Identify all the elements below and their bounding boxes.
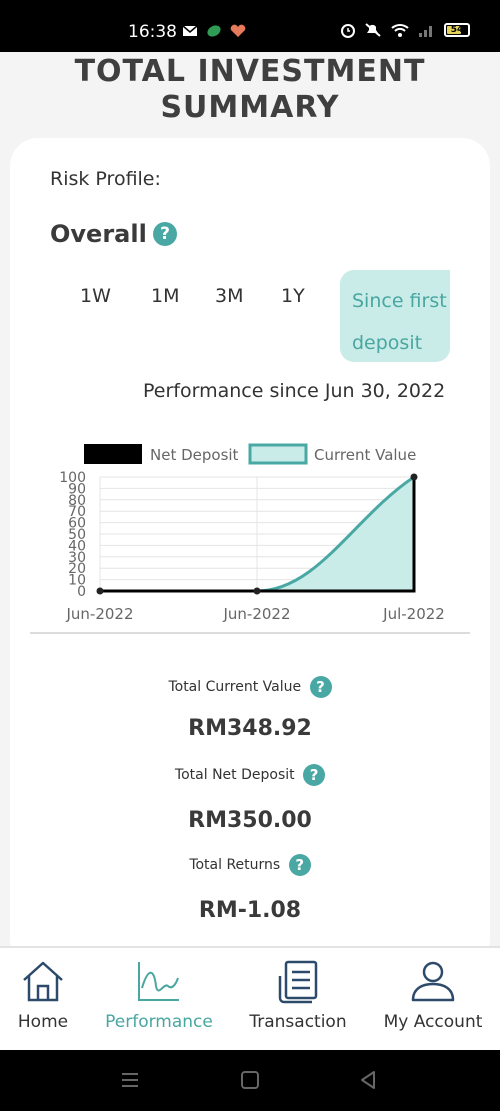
total-net-deposit-label: Total Net Deposit xyxy=(174,767,295,783)
menu-icon[interactable] xyxy=(120,1070,140,1090)
signal-icon xyxy=(419,26,432,37)
data-point xyxy=(96,587,104,595)
document-icon xyxy=(278,960,318,1004)
heart-icon xyxy=(230,24,246,37)
nav-home-label: Home xyxy=(17,1012,69,1032)
performance-icon xyxy=(138,962,179,1001)
home-icon xyxy=(23,961,63,1002)
total-current-value: RM348.92 xyxy=(188,716,312,741)
alarm-icon xyxy=(341,24,355,38)
risk-profile-label: Risk Profile: xyxy=(50,168,161,190)
status-left-icons xyxy=(182,24,246,38)
data-point xyxy=(410,473,418,481)
status-time: 16:38 xyxy=(128,22,177,42)
home-square-icon[interactable] xyxy=(240,1070,260,1090)
period-3m[interactable]: 3M xyxy=(215,285,243,307)
status-right-icons: 54 xyxy=(340,22,470,38)
page-title-line2: SUMMARY xyxy=(160,90,340,125)
legend-swatch-current-value xyxy=(248,443,308,465)
total-net-deposit: RM350.00 xyxy=(188,808,312,833)
legend-label-net-deposit: Net Deposit xyxy=(150,446,239,464)
nav-my-account[interactable]: My Account xyxy=(380,948,486,1052)
y-tick-label: 0 xyxy=(77,584,86,600)
help-icon[interactable]: ? xyxy=(153,222,177,246)
wifi-icon xyxy=(391,24,409,37)
nav-transaction-label: Transaction xyxy=(249,1012,347,1032)
divider xyxy=(30,632,470,634)
total-current-value-row: Total Current Value ? xyxy=(0,676,500,698)
total-current-value-label: Total Current Value xyxy=(168,679,302,695)
period-1m[interactable]: 1M xyxy=(151,285,179,307)
period-active-line2: deposit xyxy=(352,332,423,354)
total-net-deposit-row: Total Net Deposit ? xyxy=(0,764,500,786)
legend-swatch-net-deposit xyxy=(84,444,142,464)
period-1y[interactable]: 1Y xyxy=(281,285,305,307)
data-point xyxy=(253,587,261,595)
mail-icon xyxy=(182,25,198,36)
period-active-line1: Since first xyxy=(352,290,447,312)
nav-performance-label: Performance xyxy=(105,1012,213,1032)
total-returns-row: Total Returns ? xyxy=(0,854,500,876)
help-icon[interactable]: ? xyxy=(288,854,311,876)
system-nav-bar xyxy=(0,1050,500,1111)
x-tick-label: Jun-2022 xyxy=(65,605,133,623)
page-title-line1: TOTAL INVESTMENT xyxy=(74,54,426,89)
performance-chart: Net Deposit Current Value1009080706050403… xyxy=(59,443,445,623)
leaf-icon xyxy=(207,25,221,37)
risk-profile-value: Overall xyxy=(50,220,147,248)
mute-icon xyxy=(365,23,381,37)
period-1w[interactable]: 1W xyxy=(80,285,111,307)
page-title: TOTAL INVESTMENT SUMMARY xyxy=(0,54,500,126)
help-icon[interactable]: ? xyxy=(303,764,326,786)
total-returns: RM-1.08 xyxy=(198,898,302,923)
nav-home[interactable]: Home xyxy=(0,948,86,1052)
user-icon xyxy=(411,961,455,1002)
nav-my-account-label: My Account xyxy=(383,1012,483,1032)
x-tick-label: Jun-2022 xyxy=(222,605,290,623)
x-tick-label: Jul-2022 xyxy=(382,605,445,623)
battery-level: 54 xyxy=(450,25,464,35)
period-since-first-deposit-label[interactable]: Since first deposit xyxy=(352,280,462,364)
help-icon[interactable]: ? xyxy=(309,676,332,698)
performance-since: Performance since Jun 30, 2022 xyxy=(143,380,446,402)
legend-label-current-value: Current Value xyxy=(314,446,416,464)
nav-transaction[interactable]: Transaction xyxy=(242,948,354,1052)
nav-performance[interactable]: Performance xyxy=(100,948,218,1052)
back-icon[interactable] xyxy=(358,1070,378,1090)
battery-icon: 54 xyxy=(444,23,470,37)
status-bar: 16:38 54 xyxy=(0,0,500,52)
total-returns-label: Total Returns xyxy=(189,857,281,873)
bottom-nav: Home Performance Transaction My Account xyxy=(0,946,500,1050)
